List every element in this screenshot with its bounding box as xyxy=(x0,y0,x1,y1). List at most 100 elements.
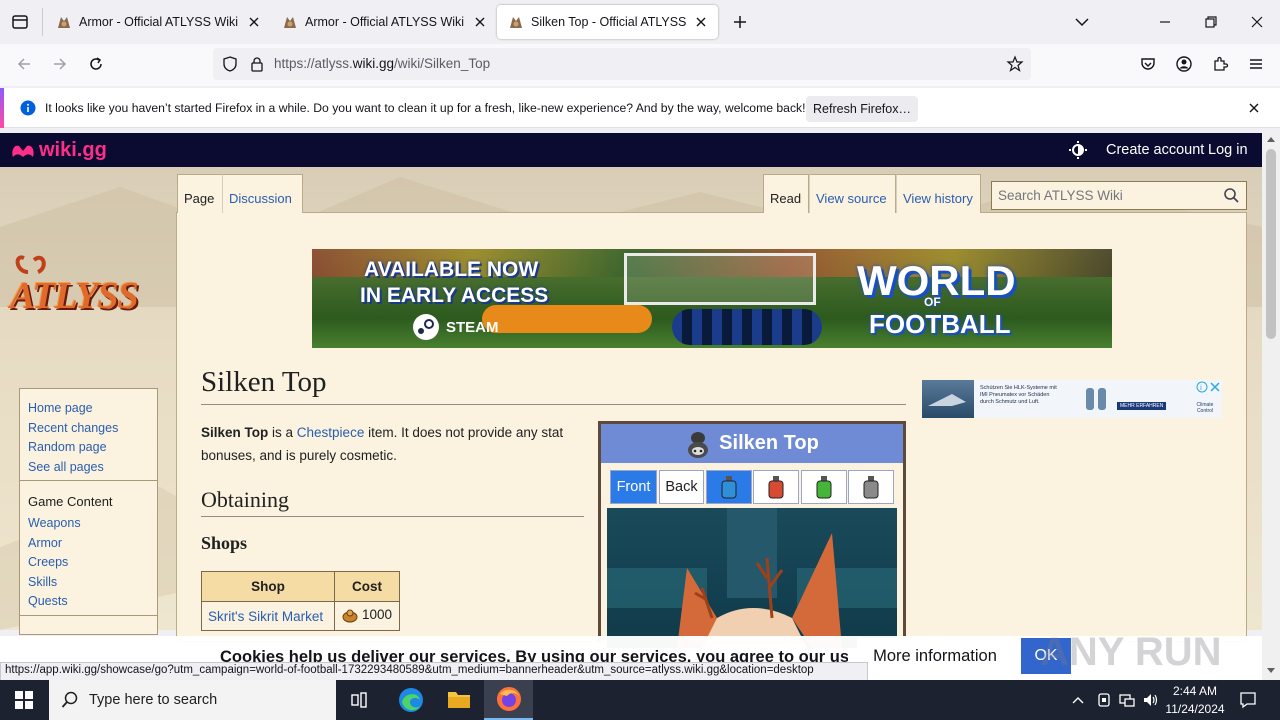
file-explorer-icon[interactable] xyxy=(447,688,471,710)
pocket-icon[interactable] xyxy=(1139,55,1157,73)
infobox-header: Silken Top xyxy=(601,424,903,463)
tab-armor-2[interactable]: Armor - Official ATLYSS Wiki xyxy=(271,5,497,39)
game-content-heading: Game Content xyxy=(28,494,113,509)
tab-discussion[interactable]: Discussion xyxy=(222,174,303,213)
close-window-icon[interactable] xyxy=(1248,13,1266,31)
tab-silken-top[interactable]: Silken Top - Official ATLYSS Wiki xyxy=(497,5,718,39)
sidebar-item-creeps[interactable]: Creeps xyxy=(28,553,149,573)
sidebar-item-skills[interactable]: Skills xyxy=(28,573,149,593)
tab-view-history[interactable]: View history xyxy=(896,174,981,213)
tab-title: Silken Top - Official ATLYSS Wiki xyxy=(531,15,686,29)
tray-chevron-icon[interactable] xyxy=(1071,693,1085,707)
tab-armor-1[interactable]: Armor - Official ATLYSS Wiki xyxy=(45,5,271,39)
search-icon xyxy=(61,691,78,708)
forward-arrow-icon[interactable] xyxy=(51,55,69,73)
shops-table: Shop Cost Skrit's Sikrit Market 1000 xyxy=(201,571,400,631)
sidebar-item-recent-changes[interactable]: Recent changes xyxy=(28,419,149,439)
firefox-taskbar-button[interactable] xyxy=(484,680,533,720)
scroll-down-icon[interactable] xyxy=(1267,668,1275,673)
extensions-icon[interactable] xyxy=(1211,55,1229,73)
chestpiece-link[interactable]: Chestpiece xyxy=(297,425,365,440)
green-dye-bottle-icon xyxy=(816,476,832,499)
sidebar-item-weapons[interactable]: Weapons xyxy=(28,514,149,534)
blue-dye-bottle-icon xyxy=(721,476,737,499)
wikigg-logo-icon xyxy=(12,145,34,157)
close-tab-icon[interactable] xyxy=(473,15,487,29)
restore-icon[interactable] xyxy=(1202,13,1220,31)
ad-cta[interactable]: MEHR ERFAHREN xyxy=(1117,402,1167,410)
cost-cell: 1000 xyxy=(334,601,400,631)
notifications-icon[interactable] xyxy=(1239,691,1257,709)
atlyss-favicon-icon xyxy=(508,14,524,30)
atlyss-logo[interactable]: ATLYSS xyxy=(10,250,168,334)
clock-time[interactable]: 2:44 AM xyxy=(1166,684,1224,698)
ad-choices-icon[interactable]: i xyxy=(1196,381,1208,393)
notification-message: It looks like you haven’t started Firefo… xyxy=(45,101,806,115)
svg-text:i: i xyxy=(1200,384,1202,392)
banner-goal xyxy=(624,253,816,305)
tray-device-icon[interactable] xyxy=(1096,692,1112,708)
item-preview-image xyxy=(607,508,897,648)
dye-gray-button[interactable] xyxy=(848,470,894,504)
lock-icon[interactable] xyxy=(248,55,266,73)
dye-red-button[interactable] xyxy=(753,470,799,504)
clock-date[interactable]: 11/24/2024 xyxy=(1162,702,1228,716)
tab-overview-icon[interactable] xyxy=(11,13,29,31)
bookmark-star-icon[interactable] xyxy=(1006,55,1024,73)
sidebar-game-content-box: Game Content Weapons Armor Creeps Skills… xyxy=(19,480,158,616)
sidebar-item-random-page[interactable]: Random page xyxy=(28,438,149,458)
dye-blue-button[interactable] xyxy=(706,470,752,504)
sidebar-item-home-page[interactable]: Home page xyxy=(28,399,149,419)
theme-toggle-icon[interactable] xyxy=(1069,141,1087,159)
volume-icon[interactable] xyxy=(1142,692,1158,708)
close-tab-icon[interactable] xyxy=(247,15,261,29)
log-in-link[interactable]: Log in xyxy=(1208,142,1248,158)
tab-read[interactable]: Read xyxy=(763,174,809,213)
world-of-football-banner-ad[interactable]: AVAILABLE NOW IN EARLY ACCESS STEAM WORL… xyxy=(312,249,1112,348)
wiki-search-input[interactable]: Search ATLYSS Wiki xyxy=(991,181,1247,210)
dye-green-button[interactable] xyxy=(801,470,847,504)
account-icon[interactable] xyxy=(1175,55,1193,73)
ad-close-icon[interactable] xyxy=(1209,381,1221,393)
new-tab-icon[interactable] xyxy=(731,13,749,31)
close-tab-icon[interactable] xyxy=(694,15,708,29)
shop-link[interactable]: Skrit's Sikrit Market xyxy=(201,601,335,631)
sidebar-item-quests[interactable]: Quests xyxy=(28,592,149,612)
minimize-icon[interactable] xyxy=(1156,13,1174,31)
side-ad[interactable]: Schützen Sie HLK-Systeme mit IMI Pneumat… xyxy=(922,380,1222,418)
menu-hamburger-icon[interactable] xyxy=(1247,55,1265,73)
list-tabs-chevron-icon[interactable] xyxy=(1073,13,1091,31)
create-account-link[interactable]: Create account xyxy=(1106,142,1204,158)
sidebar-nav-box: Home page Recent changes Random page See… xyxy=(19,388,158,481)
page-scrollbar[interactable] xyxy=(1262,133,1280,680)
sidebar-item-see-all-pages[interactable]: See all pages xyxy=(28,458,149,478)
network-icon[interactable] xyxy=(1119,692,1135,708)
reload-icon[interactable] xyxy=(87,55,105,73)
wikigg-logo[interactable]: wiki.gg xyxy=(10,139,107,162)
back-arrow-icon[interactable] xyxy=(15,55,33,73)
tab-view-source[interactable]: View source xyxy=(809,174,896,213)
taskbar-search-box[interactable]: Type here to search xyxy=(49,680,336,720)
edge-icon[interactable] xyxy=(398,687,424,713)
sidebar-item-armor[interactable]: Armor xyxy=(28,534,149,554)
front-view-button[interactable]: Front xyxy=(610,470,657,504)
search-icon[interactable] xyxy=(1223,187,1240,204)
windows-start-icon[interactable] xyxy=(15,691,33,709)
scroll-up-icon[interactable] xyxy=(1267,137,1275,142)
banner-blue-block xyxy=(672,309,822,345)
refresh-firefox-button[interactable]: Refresh Firefox… xyxy=(806,96,918,122)
tracking-shield-icon[interactable] xyxy=(221,55,239,73)
sidebar-next-box xyxy=(19,615,158,635)
ad-brand: Climate Control xyxy=(1196,402,1214,414)
more-information-button[interactable]: More information xyxy=(857,638,1013,674)
heading-shops: Shops xyxy=(201,533,248,553)
banner-line2: IN EARLY ACCESS xyxy=(360,284,549,307)
close-notification-icon[interactable] xyxy=(1246,100,1262,116)
silken-top-item-icon xyxy=(688,431,709,458)
back-view-button[interactable]: Back xyxy=(659,470,704,504)
intro-paragraph: Silken Top is a Chestpiece item. It does… xyxy=(201,425,564,463)
scrollbar-thumb[interactable] xyxy=(1266,149,1276,339)
tab-page[interactable]: Page xyxy=(177,174,222,213)
task-view-icon[interactable] xyxy=(350,691,368,709)
url-bar[interactable]: https://atlyss.wiki.gg/wiki/Silken_Top xyxy=(213,48,1031,80)
